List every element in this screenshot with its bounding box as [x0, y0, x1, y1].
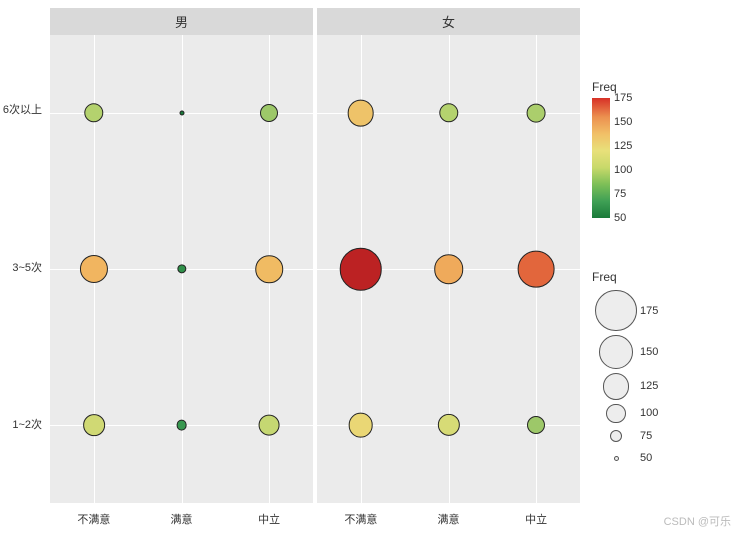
facet-strip: 女 — [317, 8, 580, 35]
data-point — [84, 103, 103, 122]
y-tick-label: 3~5次 — [12, 259, 42, 275]
size-swatch — [603, 373, 630, 400]
data-point — [83, 414, 105, 436]
data-point — [437, 414, 459, 436]
plot-panel — [50, 35, 313, 503]
colorbar-tick: 50 — [614, 212, 626, 224]
y-tick-label: 6次以上 — [3, 101, 42, 117]
size-tick-label: 50 — [640, 452, 652, 464]
x-tick-label: 不满意 — [77, 511, 110, 527]
plot-panel — [317, 35, 580, 503]
colorbar-tick: 100 — [614, 164, 632, 176]
data-point — [527, 416, 545, 434]
size-swatch — [606, 404, 625, 423]
colorbar-tick: 175 — [614, 92, 632, 104]
size-tick-label: 175 — [640, 305, 658, 317]
size-tick-label: 150 — [640, 346, 658, 358]
data-point — [259, 415, 280, 436]
data-point — [260, 104, 278, 122]
facet-strip: 男 — [50, 8, 313, 35]
x-tick-label: 中立 — [525, 511, 547, 527]
size-tick-label: 125 — [640, 380, 658, 392]
size-tick-label: 75 — [640, 430, 652, 442]
y-tick-label: 1~2次 — [12, 416, 42, 432]
legend-color-title: Freq — [592, 80, 732, 94]
data-point — [518, 251, 555, 288]
data-point — [527, 104, 546, 123]
data-point — [255, 255, 283, 283]
data-point — [348, 100, 375, 127]
colorbar-tick: 75 — [614, 188, 626, 200]
watermark: CSDN @可乐 — [664, 513, 731, 529]
data-point — [177, 264, 186, 273]
size-tick-label: 100 — [640, 407, 658, 419]
x-tick-label: 满意 — [438, 511, 460, 527]
data-point — [349, 413, 374, 438]
data-point — [340, 248, 383, 291]
data-point — [439, 103, 458, 122]
size-swatch — [614, 456, 619, 461]
data-point — [434, 254, 464, 284]
x-tick-label: 满意 — [171, 511, 193, 527]
x-tick-label: 中立 — [258, 511, 280, 527]
data-point — [80, 255, 108, 283]
data-point — [179, 110, 184, 115]
colorbar-tick: 125 — [614, 140, 632, 152]
data-point — [176, 420, 187, 431]
legend-size-title: Freq — [592, 270, 658, 284]
colorbar-tick: 150 — [614, 116, 632, 128]
size-swatch — [610, 430, 622, 442]
x-tick-label: 不满意 — [344, 511, 377, 527]
legend-colorbar — [592, 98, 610, 218]
size-swatch — [599, 335, 633, 369]
size-swatch — [595, 290, 636, 331]
